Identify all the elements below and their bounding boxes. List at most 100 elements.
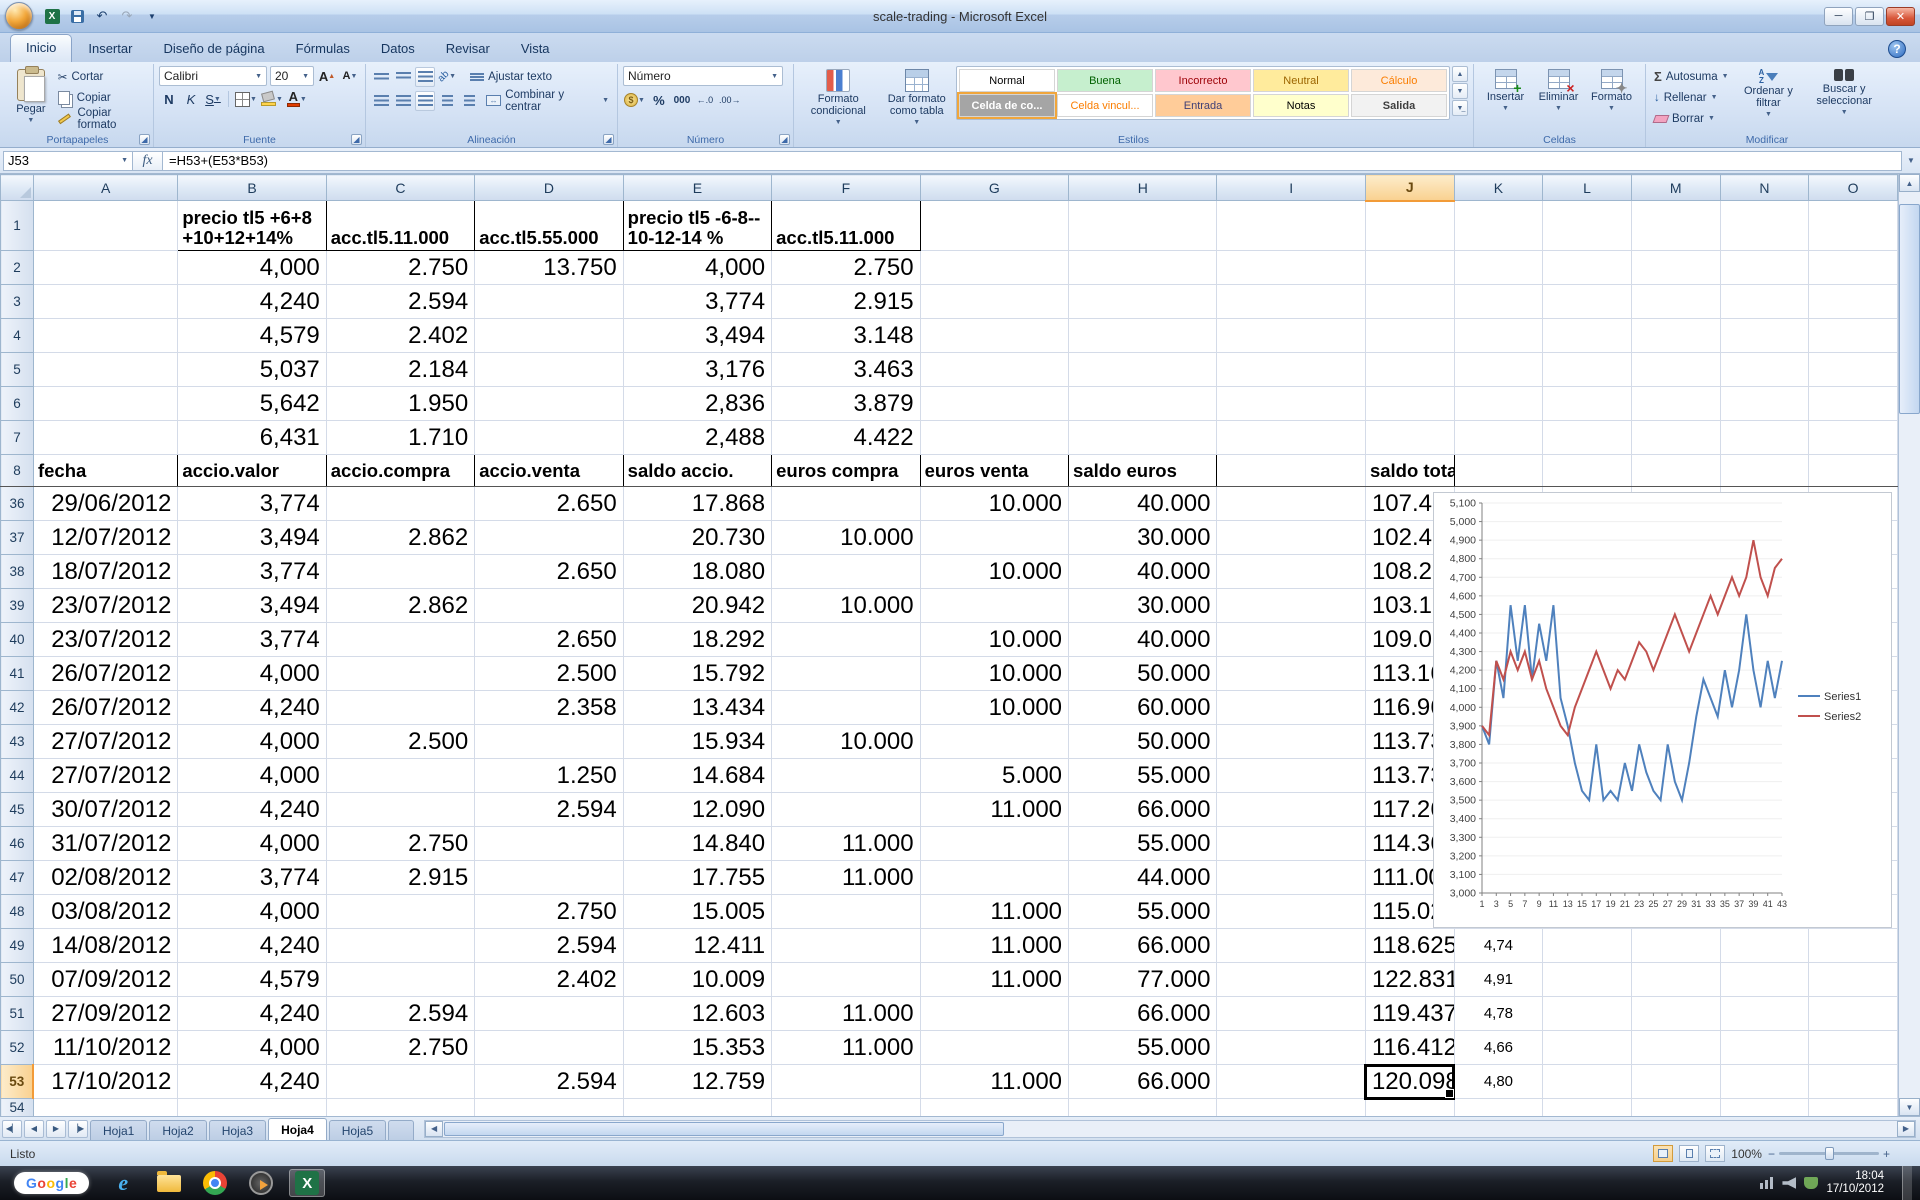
cell-E41[interactable]: 15.792: [623, 657, 771, 691]
page-layout-view-button[interactable]: [1679, 1145, 1699, 1162]
cell-A36[interactable]: 29/06/2012: [33, 487, 177, 521]
cell-I5[interactable]: [1217, 353, 1365, 387]
cell-H2[interactable]: [1069, 251, 1217, 285]
cell-style-celda-vincul-[interactable]: Celda vincul...: [1057, 94, 1153, 117]
cell-B1[interactable]: precio tl5 +6+8+10+12+14%: [178, 201, 326, 251]
cell-D1[interactable]: acc.tl5.55.000: [475, 201, 623, 251]
fill-button[interactable]: ↓Rellenar▼: [1651, 87, 1732, 108]
cell-I44[interactable]: [1217, 759, 1365, 793]
cell-A52[interactable]: 11/10/2012: [33, 1031, 177, 1065]
cell-N6[interactable]: [1720, 387, 1809, 421]
cell-A42[interactable]: 26/07/2012: [33, 691, 177, 725]
find-select-button[interactable]: Buscar y seleccionar ▼: [1805, 66, 1883, 132]
cell-I51[interactable]: [1217, 997, 1365, 1031]
cell-F53[interactable]: [772, 1065, 920, 1099]
cell-A1[interactable]: [33, 201, 177, 251]
cell-D54[interactable]: [475, 1099, 623, 1117]
cell-B45[interactable]: 4,240: [178, 793, 326, 827]
cell-M3[interactable]: [1631, 285, 1720, 319]
cell-F37[interactable]: 10.000: [772, 521, 920, 555]
column-header-M[interactable]: M: [1631, 175, 1720, 201]
cell-L8[interactable]: [1543, 455, 1632, 487]
row-header-46[interactable]: 46: [1, 827, 34, 861]
cell-B2[interactable]: 4,000: [178, 251, 326, 285]
row-header-38[interactable]: 38: [1, 555, 34, 589]
cell-H43[interactable]: 50.000: [1069, 725, 1217, 759]
column-header-O[interactable]: O: [1809, 175, 1898, 201]
cell-G3[interactable]: [920, 285, 1068, 319]
cell-K7[interactable]: [1454, 421, 1543, 455]
conditional-formatting-button[interactable]: Formato condicional ▼: [799, 66, 878, 132]
cell-C40[interactable]: [326, 623, 474, 657]
cell-E3[interactable]: 3,774: [623, 285, 771, 319]
cell-I37[interactable]: [1217, 521, 1365, 555]
row-header-41[interactable]: 41: [1, 657, 34, 691]
cell-B40[interactable]: 3,774: [178, 623, 326, 657]
cell-A3[interactable]: [33, 285, 177, 319]
copy-button[interactable]: Copiar: [55, 87, 148, 108]
cell-L2[interactable]: [1543, 251, 1632, 285]
cell-M7[interactable]: [1631, 421, 1720, 455]
cell-F1[interactable]: acc.tl5.11.000: [772, 201, 920, 251]
cell-I41[interactable]: [1217, 657, 1365, 691]
cell-E2[interactable]: 4,000: [623, 251, 771, 285]
cell-C1[interactable]: acc.tl5.11.000: [326, 201, 474, 251]
column-header-B[interactable]: B: [178, 175, 326, 201]
cell-N1[interactable]: [1720, 201, 1809, 251]
cell-M50[interactable]: [1631, 963, 1720, 997]
sheet-tab-hoja4[interactable]: Hoja4: [268, 1118, 327, 1141]
cell-A4[interactable]: [33, 319, 177, 353]
prev-sheet-button[interactable]: ◀: [24, 1120, 44, 1138]
cell-I46[interactable]: [1217, 827, 1365, 861]
font-color-button[interactable]: A▼: [286, 89, 308, 109]
cell-B41[interactable]: 4,000: [178, 657, 326, 691]
cell-A47[interactable]: 02/08/2012: [33, 861, 177, 895]
cell-N5[interactable]: [1720, 353, 1809, 387]
accounting-format-button[interactable]: $▼: [623, 90, 646, 110]
cell-I3[interactable]: [1217, 285, 1365, 319]
vertical-scroll-thumb[interactable]: [1899, 204, 1920, 414]
cell-O2[interactable]: [1809, 251, 1898, 285]
cell-A5[interactable]: [33, 353, 177, 387]
cell-H47[interactable]: 44.000: [1069, 861, 1217, 895]
cell-C41[interactable]: [326, 657, 474, 691]
cell-style-neutral[interactable]: Neutral: [1253, 69, 1349, 92]
cell-F48[interactable]: [772, 895, 920, 929]
cell-F7[interactable]: 4.422: [772, 421, 920, 455]
cell-K49[interactable]: 4,74: [1454, 929, 1543, 963]
cell-I45[interactable]: [1217, 793, 1365, 827]
cell-C36[interactable]: [326, 487, 474, 521]
cell-C54[interactable]: [326, 1099, 474, 1117]
cell-C38[interactable]: [326, 555, 474, 589]
cell-I7[interactable]: [1217, 421, 1365, 455]
cell-H44[interactable]: 55.000: [1069, 759, 1217, 793]
row-header-2[interactable]: 2: [1, 251, 34, 285]
row-header-48[interactable]: 48: [1, 895, 34, 929]
cell-D49[interactable]: 2.594: [475, 929, 623, 963]
align-center-button[interactable]: [393, 91, 413, 111]
next-sheet-button[interactable]: ▶: [46, 1120, 66, 1138]
bold-button[interactable]: N: [159, 89, 179, 109]
cell-B5[interactable]: 5,037: [178, 353, 326, 387]
font-dialog-launcher[interactable]: ◢: [351, 134, 362, 145]
column-header-H[interactable]: H: [1069, 175, 1217, 201]
cell-H37[interactable]: 30.000: [1069, 521, 1217, 555]
redo-button[interactable]: ↷: [116, 6, 138, 26]
decrease-decimal-button[interactable]: .00→: [718, 90, 742, 110]
cell-E38[interactable]: 18.080: [623, 555, 771, 589]
cell-A50[interactable]: 07/09/2012: [33, 963, 177, 997]
cell-J5[interactable]: [1365, 353, 1454, 387]
cell-E46[interactable]: 14.840: [623, 827, 771, 861]
cell-A8[interactable]: fecha: [33, 455, 177, 487]
cell-E37[interactable]: 20.730: [623, 521, 771, 555]
cell-D37[interactable]: [475, 521, 623, 555]
row-header-50[interactable]: 50: [1, 963, 34, 997]
cell-K53[interactable]: 4,80: [1454, 1065, 1543, 1099]
cell-D53[interactable]: 2.594: [475, 1065, 623, 1099]
start-button-google[interactable]: Google: [14, 1172, 89, 1194]
cell-C2[interactable]: 2.750: [326, 251, 474, 285]
cell-N3[interactable]: [1720, 285, 1809, 319]
cell-G48[interactable]: 11.000: [920, 895, 1068, 929]
row-header-54[interactable]: 54: [1, 1099, 34, 1117]
row-header-47[interactable]: 47: [1, 861, 34, 895]
